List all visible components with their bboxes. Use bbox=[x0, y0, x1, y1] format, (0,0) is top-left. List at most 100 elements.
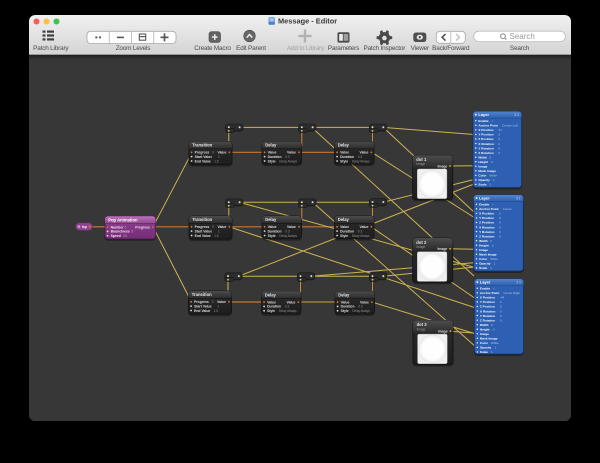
svg-text:Z Position: Z Position bbox=[480, 305, 495, 309]
svg-text:Color: Color bbox=[479, 257, 488, 261]
svg-text:-44: -44 bbox=[500, 296, 505, 300]
svg-text:Color: Color bbox=[478, 174, 487, 178]
svg-text:Enable: Enable bbox=[480, 287, 490, 291]
svg-text:End Value: End Value bbox=[195, 234, 211, 238]
svg-text:Value: Value bbox=[218, 225, 227, 229]
svg-text:Image: Image bbox=[437, 164, 447, 168]
svg-text:Z Rotation: Z Rotation bbox=[478, 151, 493, 155]
svg-text:Layer: Layer bbox=[479, 196, 490, 201]
svg-text:Viewer: Viewer bbox=[411, 45, 430, 52]
svg-text:0: 0 bbox=[212, 300, 214, 304]
svg-text:Value: Value bbox=[360, 151, 369, 155]
svg-text:Delay Always: Delay Always bbox=[352, 159, 370, 163]
svg-text:Enable: Enable bbox=[479, 203, 489, 207]
svg-text:Anchor Point: Anchor Point bbox=[478, 124, 497, 128]
svg-text:Search: Search bbox=[510, 32, 535, 41]
svg-text:1.5: 1.5 bbox=[214, 234, 219, 238]
svg-text:Image: Image bbox=[479, 248, 488, 252]
svg-text:Style: Style bbox=[268, 159, 276, 163]
svg-text:Search: Search bbox=[510, 45, 530, 52]
svg-text:Delay: Delay bbox=[265, 293, 277, 298]
svg-text:Value: Value bbox=[360, 225, 369, 229]
svg-text:Z Position: Z Position bbox=[478, 137, 493, 141]
svg-text:Opacity: Opacity bbox=[479, 262, 491, 266]
svg-text:Scale: Scale bbox=[478, 183, 486, 187]
svg-text:X Position: X Position bbox=[479, 212, 494, 216]
svg-text:End Value: End Value bbox=[194, 309, 210, 313]
svg-text:Y Position: Y Position bbox=[478, 133, 493, 137]
svg-text:End Value: End Value bbox=[195, 159, 211, 163]
svg-text:Back/Forward: Back/Forward bbox=[432, 45, 470, 52]
svg-text:Anchor Point: Anchor Point bbox=[479, 207, 498, 211]
svg-text:Transition: Transition bbox=[192, 292, 212, 297]
svg-text:X Rotation: X Rotation bbox=[480, 309, 496, 313]
svg-text:Center Right: Center Right bbox=[504, 291, 521, 295]
svg-text:Create Macro: Create Macro bbox=[194, 45, 231, 52]
svg-text:Delay Always: Delay Always bbox=[279, 309, 297, 313]
svg-text:Center Left: Center Left bbox=[502, 124, 518, 128]
svg-text:Center: Center bbox=[503, 207, 512, 211]
svg-text:Width: Width bbox=[480, 323, 489, 327]
svg-text:Message - Editor: Message - Editor bbox=[278, 17, 337, 26]
svg-text:Height: Height bbox=[478, 160, 488, 164]
svg-text:Delay: Delay bbox=[265, 143, 277, 148]
svg-text:Patch Inspector: Patch Inspector bbox=[363, 45, 406, 52]
svg-text:Y Position: Y Position bbox=[479, 216, 494, 220]
svg-text:Image: Image bbox=[478, 165, 487, 169]
svg-text:2 1: 2 1 bbox=[516, 197, 521, 201]
svg-text:Transition: Transition bbox=[192, 143, 212, 148]
svg-text:Add to Library: Add to Library bbox=[287, 45, 325, 52]
svg-text:Height: Height bbox=[479, 243, 489, 247]
svg-text:Value: Value bbox=[217, 300, 226, 304]
svg-text:X Position: X Position bbox=[480, 296, 495, 300]
svg-text:White: White bbox=[490, 257, 498, 261]
svg-text:✓: ✓ bbox=[491, 119, 494, 123]
svg-text:Scale: Scale bbox=[479, 266, 487, 270]
svg-text:Y Rotation: Y Rotation bbox=[479, 230, 495, 234]
svg-text:Style: Style bbox=[267, 309, 275, 313]
svg-text:Patch Library: Patch Library bbox=[33, 45, 69, 52]
svg-text:Image: Image bbox=[416, 245, 425, 249]
svg-text:Layer: Layer bbox=[478, 112, 489, 117]
svg-text:Value: Value bbox=[287, 151, 296, 155]
svg-text:Image: Image bbox=[480, 332, 489, 336]
svg-text:Opacity: Opacity bbox=[480, 346, 492, 350]
svg-text:White: White bbox=[489, 174, 497, 178]
svg-text:Progress: Progress bbox=[135, 225, 150, 229]
svg-text:44: 44 bbox=[498, 128, 502, 132]
svg-text:Delay: Delay bbox=[338, 143, 350, 148]
svg-text:Delay Always: Delay Always bbox=[352, 309, 370, 313]
svg-text:Value: Value bbox=[360, 300, 369, 304]
svg-text:Parameters: Parameters bbox=[328, 45, 359, 52]
svg-text:Mask Image: Mask Image bbox=[479, 253, 497, 257]
svg-text:Width: Width bbox=[479, 239, 488, 243]
svg-text:Enable: Enable bbox=[478, 119, 488, 123]
svg-text:Y Rotation: Y Rotation bbox=[480, 314, 496, 318]
svg-text:X Position: X Position bbox=[478, 128, 493, 132]
svg-text:Value: Value bbox=[287, 225, 296, 229]
svg-text:Height: Height bbox=[480, 327, 490, 331]
svg-text:Delay Always: Delay Always bbox=[352, 234, 370, 238]
svg-text:X Rotation: X Rotation bbox=[479, 225, 495, 229]
svg-text:Mask Image: Mask Image bbox=[480, 337, 498, 341]
svg-text:Style: Style bbox=[340, 234, 348, 238]
svg-text:✓: ✓ bbox=[492, 203, 495, 207]
svg-text:Opacity: Opacity bbox=[478, 178, 490, 182]
svg-text:Anchor Point: Anchor Point bbox=[480, 291, 499, 295]
svg-text:Z Rotation: Z Rotation bbox=[479, 234, 494, 238]
svg-text:1.5: 1.5 bbox=[214, 159, 219, 163]
svg-text:Y Rotation: Y Rotation bbox=[478, 146, 494, 150]
svg-text:2 1: 2 1 bbox=[516, 281, 521, 285]
svg-text:1.5: 1.5 bbox=[214, 309, 219, 313]
svg-text:Value: Value bbox=[218, 151, 227, 155]
svg-text:Delay: Delay bbox=[265, 217, 277, 222]
svg-text:Y Position: Y Position bbox=[480, 300, 495, 304]
svg-text:Delay Always: Delay Always bbox=[279, 234, 297, 238]
svg-text:Scale: Scale bbox=[480, 350, 488, 354]
svg-text:Image: Image bbox=[437, 247, 447, 251]
svg-text:Zoom Levels: Zoom Levels bbox=[116, 45, 151, 52]
svg-text:Style: Style bbox=[268, 234, 276, 238]
svg-text:Edit Parent: Edit Parent bbox=[236, 45, 266, 52]
svg-text:10: 10 bbox=[123, 234, 127, 238]
svg-text:2 1: 2 1 bbox=[514, 113, 519, 117]
